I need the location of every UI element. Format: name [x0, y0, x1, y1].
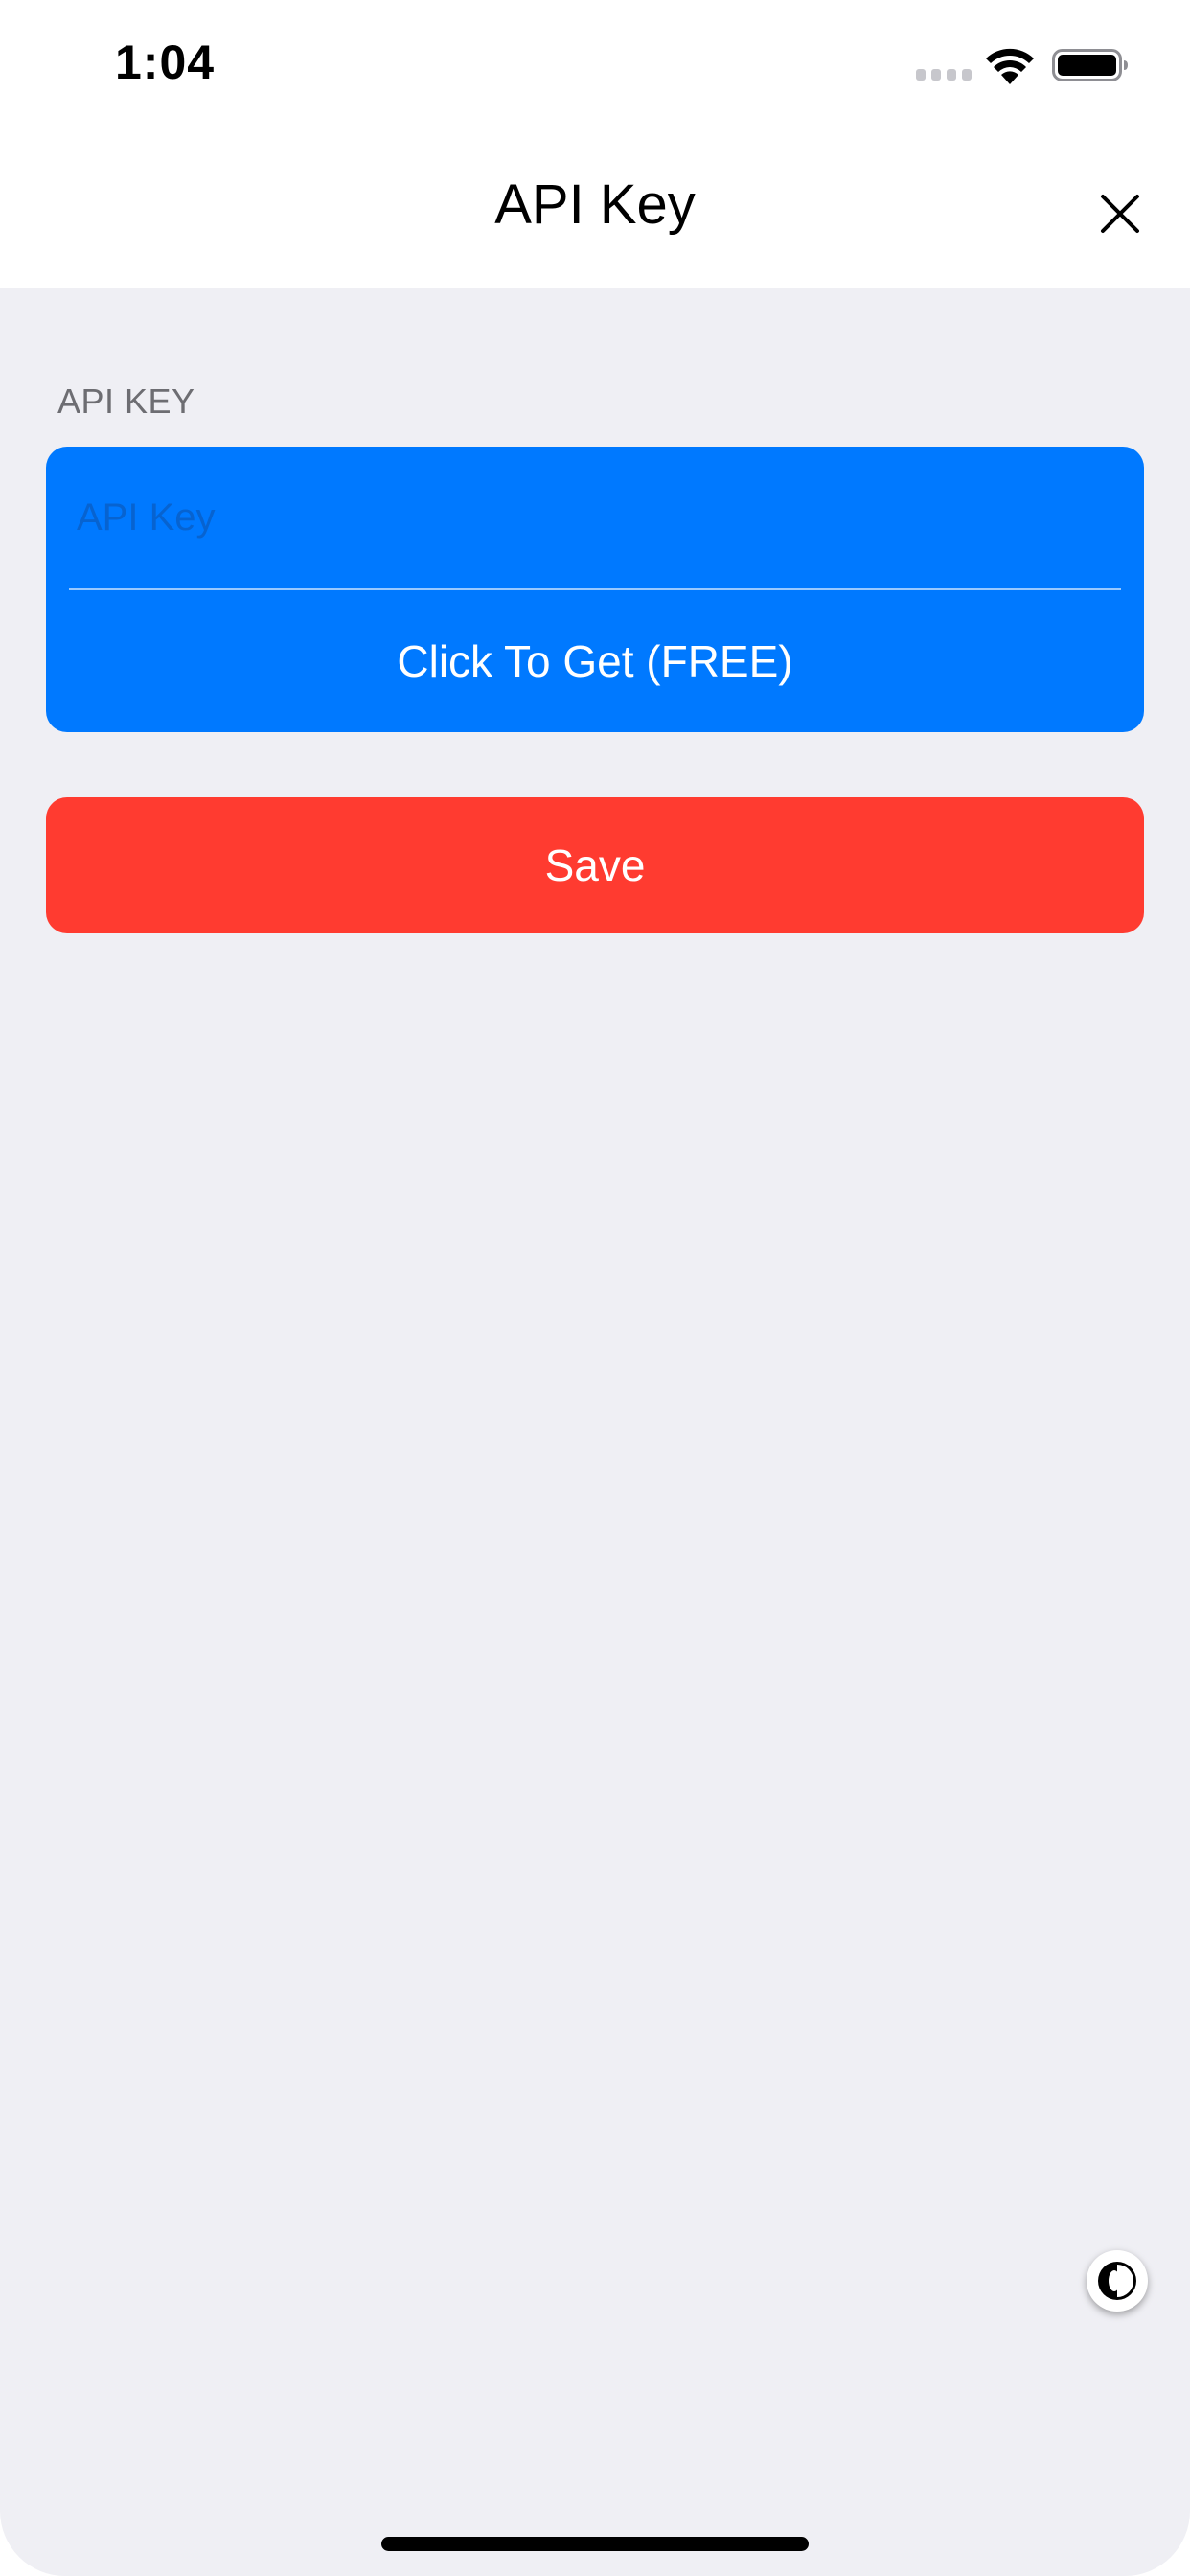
navigation-bar: API Key	[0, 134, 1190, 288]
battery-icon	[1052, 46, 1129, 84]
signal-icon	[916, 69, 972, 80]
status-bar: 1:04	[0, 0, 1190, 134]
get-key-button[interactable]: Click To Get (FREE)	[46, 590, 1144, 732]
accessibility-float-button[interactable]	[1087, 2250, 1148, 2312]
close-button[interactable]	[1083, 176, 1157, 251]
screen: 1:04 API Key API KEY API Key Click To Ge…	[0, 0, 1190, 2576]
contrast-icon	[1098, 2262, 1136, 2300]
close-icon	[1101, 195, 1139, 233]
section-header-api-key: API KEY	[57, 381, 195, 421]
wifi-icon	[985, 46, 1035, 84]
api-key-input[interactable]	[46, 447, 1144, 588]
page-title: API Key	[494, 173, 696, 236]
home-indicator	[381, 2537, 809, 2551]
status-time: 1:04	[115, 35, 216, 89]
api-key-card: Click To Get (FREE)	[46, 447, 1144, 732]
save-button[interactable]: Save	[46, 797, 1144, 933]
